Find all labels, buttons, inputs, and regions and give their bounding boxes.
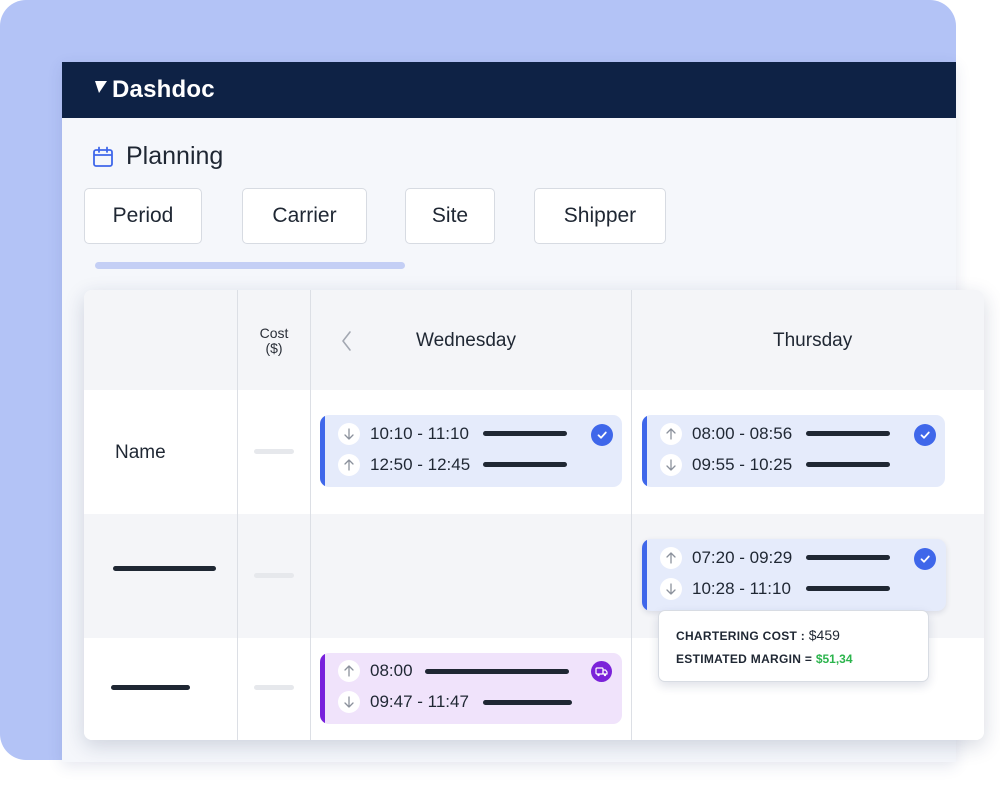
cost-header-label: Cost [259,325,289,341]
arrow-down-icon [338,423,360,445]
filter-period-button[interactable]: Period [84,188,202,244]
arrow-up-icon [660,423,682,445]
day-header-thursday: Thursday [773,330,853,351]
estimated-margin-value: $51,34 [815,652,853,666]
event-time: 10:10 - 11:10 [370,424,469,443]
filter-site-button[interactable]: Site [405,188,495,244]
row-name-label: Name [115,442,166,463]
event-detail-placeholder [806,462,890,467]
arrow-down-icon [660,454,682,476]
event-detail-placeholder [806,555,890,560]
row-name-placeholder [113,566,216,571]
truck-icon [591,661,612,682]
check-circle-icon [914,548,936,570]
event-line-pickup: 08:00 [338,660,413,682]
cost-header-unit: ($) [265,340,283,356]
event-time: 10:28 - 11:10 [692,579,791,598]
dashdoc-logo-icon [95,81,107,93]
loading-progress-bar [95,262,405,269]
calendar-icon [93,146,113,167]
arrow-up-icon [338,454,360,476]
event-line-delivery: 09:55 - 10:25 [660,454,792,476]
event-line-pickup: 12:50 - 12:45 [338,454,470,476]
cost-column-header: Cost ($) [238,326,310,356]
arrow-up-icon [338,660,360,682]
event-time: 12:50 - 12:45 [370,455,471,474]
check-circle-icon [591,424,613,446]
event-card-thu-row2[interactable]: 07:20 - 09:29 10:28 - 11:10 [642,539,946,611]
estimated-margin-row: ESTIMATED MARGIN = $51,34 [676,652,853,666]
filter-carrier-button[interactable]: Carrier [242,188,367,244]
column-divider [310,290,311,740]
event-time: 09:47 - 11:47 [370,692,469,711]
top-bar: Dashdoc [62,62,956,118]
cost-placeholder [254,449,294,454]
page-title: Planning [126,142,224,170]
event-detail-placeholder [483,431,567,436]
chartering-cost-label: CHARTERING COST : [676,629,806,643]
row-name-placeholder [111,685,190,690]
event-line-delivery: 10:28 - 11:10 [660,578,791,600]
event-time: 07:20 - 09:29 [692,548,793,567]
event-card-wed-row3[interactable]: 08:00 09:47 - 11:47 [320,653,622,724]
event-detail-placeholder [483,700,572,705]
event-detail-placeholder [483,462,567,467]
arrow-up-icon [660,547,682,569]
chartering-cost-row: CHARTERING COST : $459 [676,627,840,643]
event-detail-placeholder [806,431,890,436]
planning-grid: Cost ($) Wednesday Thursday Name 10:10 -… [84,290,984,740]
cost-placeholder [254,573,294,578]
event-line-delivery: 10:10 - 11:10 [338,423,469,445]
check-circle-icon [914,424,936,446]
event-line-delivery: 09:47 - 11:47 [338,691,469,713]
column-divider [631,290,632,740]
event-line-pickup: 07:20 - 09:29 [660,547,792,569]
event-line-pickup: 08:00 - 08:56 [660,423,792,445]
arrow-down-icon [338,691,360,713]
event-time: 08:00 - 08:56 [692,424,793,443]
chevron-left-icon[interactable] [340,330,352,352]
event-card-thu-row1[interactable]: 08:00 - 08:56 09:55 - 10:25 [642,415,945,487]
day-header-wednesday: Wednesday [416,330,516,351]
event-detail-placeholder [425,669,569,674]
filter-shipper-button[interactable]: Shipper [534,188,666,244]
chartering-tooltip: CHARTERING COST : $459 ESTIMATED MARGIN … [658,610,929,682]
chartering-cost-value: $459 [808,627,840,643]
event-time: 08:00 [370,661,413,680]
cost-placeholder [254,685,294,690]
column-divider [237,290,238,740]
page-header: Planning [92,142,223,171]
event-detail-placeholder [806,586,890,591]
arrow-down-icon [660,578,682,600]
event-card-wed-row1[interactable]: 10:10 - 11:10 12:50 - 12:45 [320,415,622,487]
estimated-margin-label: ESTIMATED MARGIN = [676,652,813,666]
app-logo-text[interactable]: Dashdoc [112,76,215,104]
event-time: 09:55 - 10:25 [692,455,793,474]
